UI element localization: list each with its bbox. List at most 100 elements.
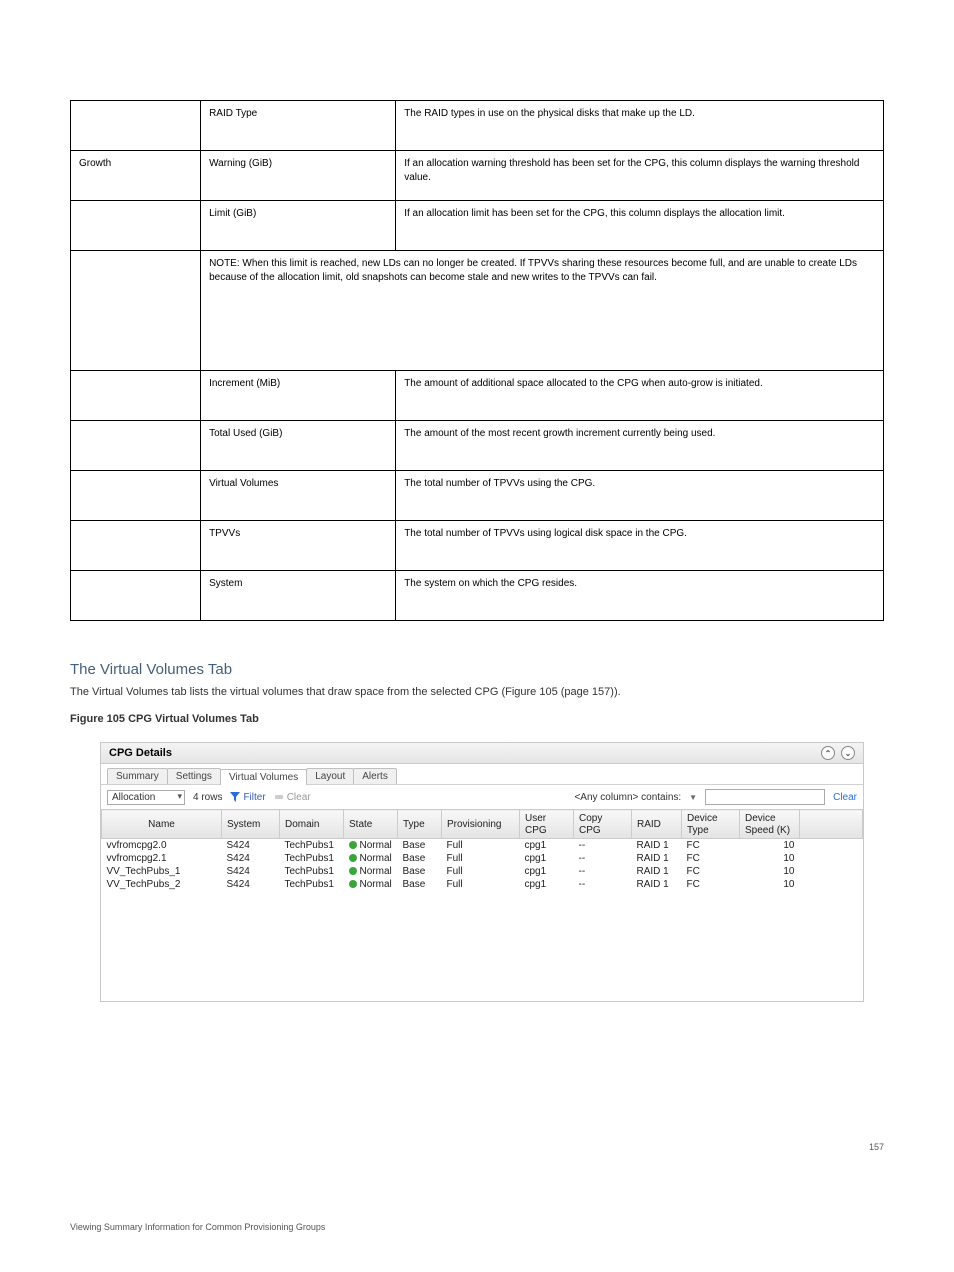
table-cell: S424	[222, 865, 280, 878]
tab-alerts[interactable]: Alerts	[353, 768, 397, 784]
table-cell: Normal	[344, 865, 398, 878]
table-cell: S424	[222, 839, 280, 853]
tab-bar: SummarySettingsVirtual VolumesLayoutAler…	[101, 764, 863, 784]
table-cell: Full	[442, 839, 520, 853]
param-cell: The amount of the most recent growth inc…	[396, 421, 884, 471]
table-cell: Base	[398, 865, 442, 878]
table-cell: TechPubs1	[280, 839, 344, 853]
table-cell: cpg1	[520, 865, 574, 878]
table-cell: S424	[222, 878, 280, 891]
param-row: GrowthWarning (GiB)If an allocation warn…	[71, 151, 884, 201]
param-cell: Limit (GiB)	[201, 201, 396, 251]
section-paragraph: The Virtual Volumes tab lists the virtua…	[70, 684, 884, 701]
eraser-icon	[274, 792, 284, 802]
table-cell: 10	[740, 878, 800, 891]
status-dot-icon	[349, 880, 357, 888]
param-row: SystemThe system on which the CPG reside…	[71, 571, 884, 621]
column-header[interactable]: Domain	[280, 810, 344, 839]
tab-settings[interactable]: Settings	[167, 768, 221, 784]
table-cell: FC	[682, 852, 740, 865]
column-header[interactable]: Provisioning	[442, 810, 520, 839]
page-root: RAID TypeThe RAID types in use on the ph…	[0, 0, 954, 1272]
table-cell: vvfromcpg2.0	[102, 839, 222, 853]
table-cell: RAID 1	[632, 865, 682, 878]
param-cell	[71, 571, 201, 621]
allocation-dropdown[interactable]: Allocation	[107, 790, 185, 805]
param-note-cell: NOTE: When this limit is reached, new LD…	[201, 251, 884, 371]
column-header[interactable]: Device Speed (K)	[740, 810, 800, 839]
table-cell: Base	[398, 852, 442, 865]
table-cell: VV_TechPubs_1	[102, 865, 222, 878]
table-cell: cpg1	[520, 852, 574, 865]
filter-button[interactable]: Filter	[230, 792, 265, 803]
column-header[interactable]: Device Type	[682, 810, 740, 839]
column-header[interactable]: State	[344, 810, 398, 839]
param-cell: RAID Type	[201, 101, 396, 151]
table-cell: 10	[740, 839, 800, 853]
column-header[interactable]: Type	[398, 810, 442, 839]
table-cell: Full	[442, 878, 520, 891]
column-header[interactable]: System	[222, 810, 280, 839]
param-cell: Virtual Volumes	[201, 471, 396, 521]
table-cell: VV_TechPubs_2	[102, 878, 222, 891]
tab-layout[interactable]: Layout	[306, 768, 354, 784]
table-cell: Normal	[344, 852, 398, 865]
filter-icon	[230, 792, 240, 802]
param-cell: The total number of TPVVs using the CPG.	[396, 471, 884, 521]
status-dot-icon	[349, 854, 357, 862]
param-cell	[71, 371, 201, 421]
column-header[interactable]: RAID	[632, 810, 682, 839]
table-cell: cpg1	[520, 878, 574, 891]
param-cell: The total number of TPVVs using logical …	[396, 521, 884, 571]
param-cell	[71, 421, 201, 471]
table-row[interactable]: vvfromcpg2.0S424TechPubs1NormalBaseFullc…	[102, 839, 863, 853]
table-cell: RAID 1	[632, 852, 682, 865]
param-cell: Increment (MiB)	[201, 371, 396, 421]
search-prefix-label: <Any column> contains:	[574, 792, 681, 803]
param-cell	[71, 251, 201, 371]
param-row: Limit (GiB)If an allocation limit has be…	[71, 201, 884, 251]
table-cell: --	[574, 852, 632, 865]
column-header-filler	[800, 810, 863, 839]
tab-virtual-volumes[interactable]: Virtual Volumes	[220, 769, 307, 785]
collapse-up-icon[interactable]: ⌃	[821, 746, 835, 760]
param-cell: Growth	[71, 151, 201, 201]
table-cell: RAID 1	[632, 878, 682, 891]
table-cell: --	[574, 865, 632, 878]
column-header[interactable]: User CPG	[520, 810, 574, 839]
toolbar: Allocation 4 rows Filter Clear <Any colu…	[101, 784, 863, 809]
param-row: TPVVsThe total number of TPVVs using log…	[71, 521, 884, 571]
param-cell: The system on which the CPG resides.	[396, 571, 884, 621]
param-cell: TPVVs	[201, 521, 396, 571]
table-cell: Normal	[344, 839, 398, 853]
table-cell: RAID 1	[632, 839, 682, 853]
virtual-volumes-grid: NameSystemDomainStateTypeProvisioningUse…	[101, 809, 863, 891]
table-row[interactable]: VV_TechPubs_2S424TechPubs1NormalBaseFull…	[102, 878, 863, 891]
param-cell: Total Used (GiB)	[201, 421, 396, 471]
param-cell	[71, 101, 201, 151]
clear-link[interactable]: Clear	[833, 792, 857, 803]
expand-down-icon[interactable]: ⌄	[841, 746, 855, 760]
table-row[interactable]: VV_TechPubs_1S424TechPubs1NormalBaseFull…	[102, 865, 863, 878]
table-cell: --	[574, 839, 632, 853]
column-header[interactable]: Copy CPG	[574, 810, 632, 839]
table-row[interactable]: vvfromcpg2.1S424TechPubs1NormalBaseFullc…	[102, 852, 863, 865]
table-cell: FC	[682, 865, 740, 878]
tab-summary[interactable]: Summary	[107, 768, 168, 784]
param-cell	[71, 521, 201, 571]
param-cell: If an allocation warning threshold has b…	[396, 151, 884, 201]
table-cell: vvfromcpg2.1	[102, 852, 222, 865]
search-input[interactable]	[705, 789, 825, 805]
footer-left: Viewing Summary Information for Common P…	[70, 1222, 325, 1232]
figure-caption: Figure 105 CPG Virtual Volumes Tab	[70, 711, 884, 728]
table-cell: Base	[398, 878, 442, 891]
param-cell: The RAID types in use on the physical di…	[396, 101, 884, 151]
table-cell: S424	[222, 852, 280, 865]
status-dot-icon	[349, 841, 357, 849]
chevron-down-icon[interactable]: ▼	[689, 793, 697, 802]
param-row: RAID TypeThe RAID types in use on the ph…	[71, 101, 884, 151]
column-header[interactable]: Name	[102, 810, 222, 839]
table-cell: --	[574, 878, 632, 891]
toolbar-clear-button[interactable]: Clear	[274, 792, 311, 803]
table-cell: Base	[398, 839, 442, 853]
